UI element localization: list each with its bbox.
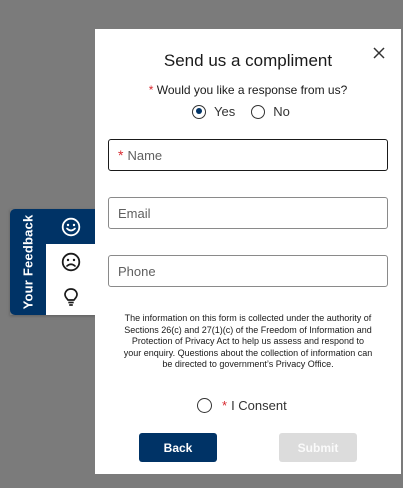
feedback-tab-label: Your Feedback bbox=[20, 214, 36, 310]
name-placeholder: Name bbox=[127, 147, 163, 163]
radio-yes-label: Yes bbox=[214, 104, 236, 119]
form-title: Send us a compliment bbox=[163, 51, 333, 70]
consent-label: I Consent bbox=[231, 398, 287, 413]
response-no-option[interactable]: No bbox=[251, 104, 290, 119]
consent-option[interactable]: * I Consent bbox=[197, 398, 287, 413]
compliment-form-panel: Send us a compliment * Would you like a … bbox=[95, 29, 401, 474]
radio-no-label: No bbox=[273, 104, 290, 119]
feedback-tab-icons bbox=[46, 209, 96, 315]
phone-placeholder: Phone bbox=[118, 263, 156, 279]
response-radio-group: Yes No bbox=[192, 104, 306, 119]
frown-icon bbox=[61, 252, 81, 271]
back-button[interactable]: Back bbox=[139, 433, 217, 462]
email-field[interactable]: Email bbox=[108, 197, 388, 229]
required-asterisk: * bbox=[148, 83, 154, 97]
close-icon[interactable] bbox=[372, 46, 386, 60]
consent-radio[interactable] bbox=[197, 398, 212, 413]
required-asterisk: * bbox=[222, 398, 228, 413]
radio-yes[interactable] bbox=[192, 104, 206, 119]
compliment-option[interactable] bbox=[46, 209, 96, 244]
submit-button[interactable]: Submit bbox=[279, 433, 357, 462]
response-question-text: Would you like a response from us? bbox=[156, 83, 348, 97]
response-question: * Would you like a response from us? bbox=[95, 83, 401, 97]
response-yes-option[interactable]: Yes bbox=[192, 104, 235, 119]
email-placeholder: Email bbox=[118, 205, 151, 221]
suggestion-option[interactable] bbox=[46, 279, 96, 314]
complaint-option[interactable] bbox=[46, 244, 96, 279]
smile-icon bbox=[61, 217, 81, 236]
required-asterisk: * bbox=[118, 147, 124, 163]
name-field[interactable]: * Name bbox=[108, 139, 388, 171]
privacy-disclaimer: The information on this form is collecte… bbox=[123, 313, 373, 369]
feedback-tab-label-container[interactable]: Your Feedback bbox=[10, 209, 46, 315]
phone-field[interactable]: Phone bbox=[108, 255, 388, 287]
feedback-tab[interactable]: Your Feedback bbox=[10, 209, 96, 315]
radio-no[interactable] bbox=[251, 104, 266, 119]
lightbulb-icon bbox=[64, 287, 78, 306]
